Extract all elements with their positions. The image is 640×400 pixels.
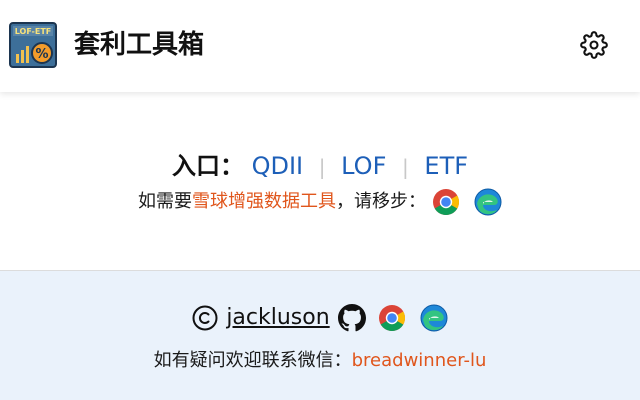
svg-text:LOF-ETF: LOF-ETF [15, 27, 52, 36]
link-etf[interactable]: ETF [424, 152, 468, 180]
chrome-icon[interactable] [378, 304, 406, 332]
link-lof[interactable]: LOF [341, 152, 386, 180]
chrome-icon[interactable] [432, 188, 460, 216]
footer: jackluson 如有疑问欢迎联系微信：breadwinner-lu [0, 271, 640, 400]
svg-text:%: % [35, 47, 48, 62]
hint-prefix: 如需要 [138, 191, 192, 212]
contact-row: 如有疑问欢迎联系微信：breadwinner-lu [0, 347, 640, 375]
xueqiu-tool-link[interactable]: 雪球增强数据工具 [192, 188, 336, 216]
edge-icon[interactable] [420, 304, 448, 332]
wechat-id[interactable]: breadwinner-lu [352, 350, 487, 371]
edge-icon[interactable] [474, 188, 502, 216]
app-title: 套利工具箱 [74, 30, 205, 60]
copyright-icon [192, 305, 218, 331]
hint-suffix: ，请移步： [336, 191, 426, 212]
hint-row: 如需要 雪球增强数据工具 ，请移步： [0, 188, 640, 216]
app-header: LOF-ETF % 套利工具箱 [0, 0, 640, 92]
author-row: jackluson [0, 303, 640, 333]
author-link[interactable]: jackluson [226, 303, 329, 333]
main-content: 入口： QDII | LOF | ETF 如需要 雪球增强数据工具 ，请移步： [0, 92, 640, 270]
app-logo: LOF-ETF % [9, 22, 57, 68]
link-qdii[interactable]: QDII [252, 152, 304, 180]
entry-row: 入口： QDII | LOF | ETF [0, 150, 640, 183]
separator: | [402, 155, 409, 179]
entry-label: 入口： [171, 152, 244, 180]
gear-icon[interactable] [580, 31, 608, 59]
contact-prefix: 如有疑问欢迎联系微信： [153, 350, 352, 371]
github-icon[interactable] [337, 304, 366, 332]
separator: | [318, 155, 326, 179]
